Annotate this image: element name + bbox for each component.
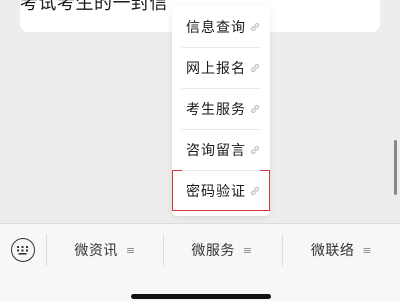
menu-icon: ≡	[362, 243, 373, 257]
tab-label: 微服务	[191, 243, 235, 259]
menu-icon: ≡	[242, 243, 253, 257]
link-icon	[250, 63, 260, 73]
tab-label: 微联络	[310, 243, 355, 259]
link-icon	[250, 22, 260, 32]
menu-item-candidate-services[interactable]: 考生服务	[172, 88, 270, 129]
menu-item-info-query[interactable]: 信息查询	[172, 6, 270, 47]
menu-item-label: 网上报名	[186, 60, 246, 77]
keyboard-icon[interactable]	[11, 238, 35, 262]
tab-wei-zixun[interactable]: 微资讯 ≡	[47, 234, 163, 266]
tab-wei-fuwu[interactable]: 微服务 ≡	[164, 234, 280, 266]
menu-icon: ≡	[125, 243, 136, 257]
link-icon	[250, 145, 260, 155]
home-indicator[interactable]	[131, 294, 271, 299]
tab-label: 微资讯	[74, 243, 118, 259]
menu-item-label: 考生服务	[186, 101, 246, 118]
link-icon	[250, 186, 260, 196]
link-icon	[250, 104, 260, 114]
menu-item-label: 密码验证	[186, 183, 246, 200]
scrollbar[interactable]	[394, 140, 397, 195]
menu-item-consultation-message[interactable]: 咨询留言	[172, 129, 270, 170]
menu-item-password-verification[interactable]: 密码验证	[172, 170, 270, 211]
popup-menu: 信息查询 网上报名 考生服务 咨询留言 密码验证	[172, 6, 270, 216]
menu-item-label: 信息查询	[186, 19, 246, 36]
menu-item-online-registration[interactable]: 网上报名	[172, 47, 270, 88]
menu-item-label: 咨询留言	[186, 142, 246, 159]
tab-wei-lianluo[interactable]: 微联络 ≡	[283, 234, 400, 266]
bottom-menu-bar: 微资讯 ≡ 微服务 ≡ 微联络 ≡	[0, 223, 400, 301]
article-title: 考试考生的一封信	[20, 0, 168, 14]
